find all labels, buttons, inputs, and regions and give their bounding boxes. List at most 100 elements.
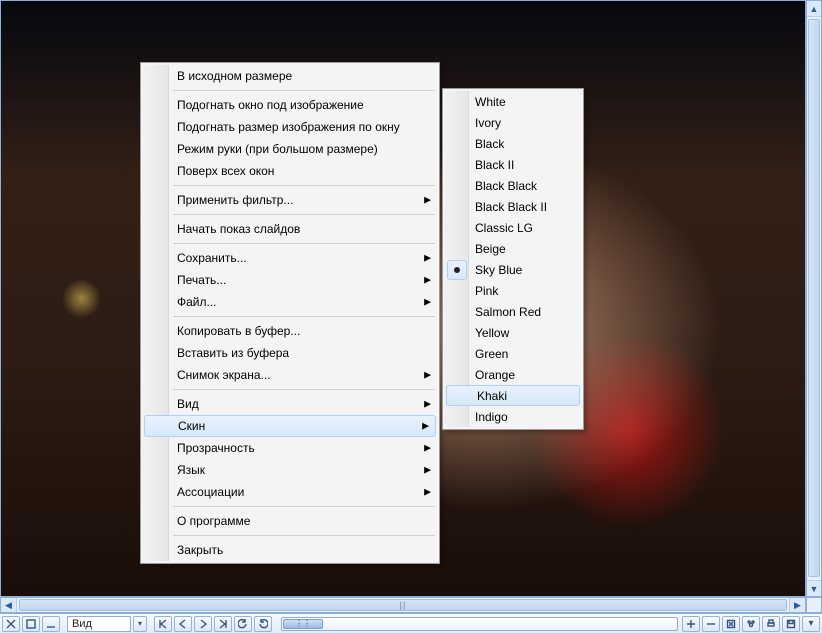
rotate-left-button[interactable] bbox=[234, 616, 252, 632]
menu-item-label: Подогнать окно под изображение bbox=[177, 98, 364, 112]
scroll-left-arrow-icon[interactable]: ◀ bbox=[1, 598, 17, 612]
skin-option-label: Black Black II bbox=[475, 200, 547, 214]
menu-item-label: Ассоциации bbox=[177, 485, 244, 499]
skin-option[interactable]: Indigo bbox=[445, 406, 581, 427]
paw-button[interactable] bbox=[742, 616, 760, 632]
menu-item[interactable]: О программе bbox=[143, 510, 437, 532]
vertical-scroll-thumb[interactable] bbox=[808, 19, 820, 577]
skin-option[interactable]: Salmon Red bbox=[445, 301, 581, 322]
zoom-out-button[interactable] bbox=[702, 616, 720, 632]
skin-option-label: Classic LG bbox=[475, 221, 533, 235]
menu-separator bbox=[173, 185, 435, 186]
menu-item[interactable]: В исходном размере bbox=[143, 65, 437, 87]
submenu-arrow-icon: ▶ bbox=[424, 399, 431, 410]
skin-option-label: Beige bbox=[475, 242, 506, 256]
skin-option[interactable]: Black II bbox=[445, 154, 581, 175]
prev-button[interactable] bbox=[174, 616, 192, 632]
skin-option[interactable]: Beige bbox=[445, 238, 581, 259]
menu-item[interactable]: Ассоциации▶ bbox=[143, 481, 437, 503]
menu-separator bbox=[173, 214, 435, 215]
menu-item-label: В исходном размере bbox=[177, 69, 292, 83]
menu-item-label: О программе bbox=[177, 514, 250, 528]
skin-option-label: Green bbox=[475, 347, 508, 361]
menu-item[interactable]: Режим руки (при большом размере) bbox=[143, 138, 437, 160]
menu-item-label: Начать показ слайдов bbox=[177, 222, 300, 236]
save-button[interactable] bbox=[782, 616, 800, 632]
skin-option[interactable]: Green bbox=[445, 343, 581, 364]
menu-item-label: Файл... bbox=[177, 295, 217, 309]
menu-item[interactable]: Файл...▶ bbox=[143, 291, 437, 313]
menu-item[interactable]: Вид▶ bbox=[143, 393, 437, 415]
bottom-toolbar: Вид ▾ ⋮⋮ ▾ bbox=[0, 613, 822, 633]
skin-option-label: Pink bbox=[475, 284, 498, 298]
scroll-right-arrow-icon[interactable]: ▶ bbox=[789, 598, 805, 612]
menu-item[interactable]: Подогнать размер изображения по окну bbox=[143, 116, 437, 138]
menu-item-label: Подогнать размер изображения по окну bbox=[177, 120, 400, 134]
menu-item[interactable]: Вставить из буфера bbox=[143, 342, 437, 364]
menu-item-label: Применить фильтр... bbox=[177, 193, 293, 207]
menu-item[interactable]: Прозрачность▶ bbox=[143, 437, 437, 459]
menu-item[interactable]: Язык▶ bbox=[143, 459, 437, 481]
skin-option[interactable]: Sky Blue bbox=[445, 259, 581, 280]
menu-item-label: Скин bbox=[178, 419, 205, 433]
menu-item-label: Снимок экрана... bbox=[177, 368, 271, 382]
horizontal-scrollbar[interactable]: ◀ || ▶ bbox=[0, 597, 806, 613]
skin-option[interactable]: Black bbox=[445, 133, 581, 154]
vertical-scrollbar[interactable]: ▲ ▼ bbox=[806, 0, 822, 597]
menu-item[interactable]: Начать показ слайдов bbox=[143, 218, 437, 240]
skin-option[interactable]: White bbox=[445, 91, 581, 112]
view-mode-field[interactable]: Вид bbox=[67, 616, 131, 632]
menu-separator bbox=[173, 506, 435, 507]
scroll-down-arrow-icon[interactable]: ▼ bbox=[807, 580, 821, 596]
skin-option[interactable]: Black Black bbox=[445, 175, 581, 196]
menu-item[interactable]: Закрыть bbox=[143, 539, 437, 561]
rotate-right-button[interactable] bbox=[254, 616, 272, 632]
view-mode-label: Вид bbox=[72, 618, 92, 630]
menu-item[interactable]: Поверх всех окон bbox=[143, 160, 437, 182]
skin-option[interactable]: Orange bbox=[445, 364, 581, 385]
skin-option-label: Indigo bbox=[475, 410, 508, 424]
submenu-arrow-icon: ▶ bbox=[424, 253, 431, 264]
skin-option[interactable]: Black Black II bbox=[445, 196, 581, 217]
menu-item-label: Печать... bbox=[177, 273, 226, 287]
menu-item-label: Сохранить... bbox=[177, 251, 247, 265]
menu-item[interactable]: Снимок экрана...▶ bbox=[143, 364, 437, 386]
menu-item-label: Поверх всех окон bbox=[177, 164, 274, 178]
menu-item[interactable]: Применить фильтр...▶ bbox=[143, 189, 437, 211]
close-button[interactable] bbox=[2, 616, 20, 632]
submenu-arrow-icon: ▶ bbox=[424, 443, 431, 454]
zoom-slider-track[interactable]: ⋮⋮ bbox=[281, 617, 678, 631]
menu-item[interactable]: Скин▶ bbox=[144, 415, 436, 437]
fit-button[interactable] bbox=[722, 616, 740, 632]
skin-option[interactable]: Pink bbox=[445, 280, 581, 301]
skin-option[interactable]: Ivory bbox=[445, 112, 581, 133]
first-button[interactable] bbox=[154, 616, 172, 632]
scroll-up-arrow-icon[interactable]: ▲ bbox=[807, 1, 821, 17]
submenu-arrow-icon: ▶ bbox=[424, 275, 431, 286]
zoom-in-button[interactable] bbox=[682, 616, 700, 632]
app-window: В исходном размере Подогнать окно под изо… bbox=[0, 0, 822, 633]
menu-chevron-icon[interactable]: ▾ bbox=[802, 616, 820, 632]
menu-item[interactable]: Сохранить... ▶ bbox=[143, 247, 437, 269]
context-menu: В исходном размере Подогнать окно под изо… bbox=[140, 62, 440, 564]
skin-option-label: Salmon Red bbox=[475, 305, 541, 319]
minimize-button[interactable] bbox=[42, 616, 60, 632]
last-button[interactable] bbox=[214, 616, 232, 632]
view-mode-dropdown-icon[interactable]: ▾ bbox=[133, 616, 147, 632]
skin-option-label: White bbox=[475, 95, 506, 109]
zoom-slider-thumb[interactable]: ⋮⋮ bbox=[283, 619, 323, 629]
menu-item[interactable]: Подогнать окно под изображение bbox=[143, 94, 437, 116]
skin-option-label: Ivory bbox=[475, 116, 501, 130]
horizontal-scroll-thumb[interactable]: || bbox=[19, 599, 787, 611]
next-button[interactable] bbox=[194, 616, 212, 632]
skin-option[interactable]: Khaki bbox=[446, 385, 580, 406]
skin-option-label: Black Black bbox=[475, 179, 537, 193]
maximize-button[interactable] bbox=[22, 616, 40, 632]
print-button[interactable] bbox=[762, 616, 780, 632]
menu-item[interactable]: Печать... ▶ bbox=[143, 269, 437, 291]
skin-option[interactable]: Yellow bbox=[445, 322, 581, 343]
menu-item-label: Язык bbox=[177, 463, 205, 477]
menu-item[interactable]: Копировать в буфер... bbox=[143, 320, 437, 342]
image-viewport[interactable]: В исходном размере Подогнать окно под изо… bbox=[0, 0, 806, 597]
skin-option[interactable]: Classic LG bbox=[445, 217, 581, 238]
